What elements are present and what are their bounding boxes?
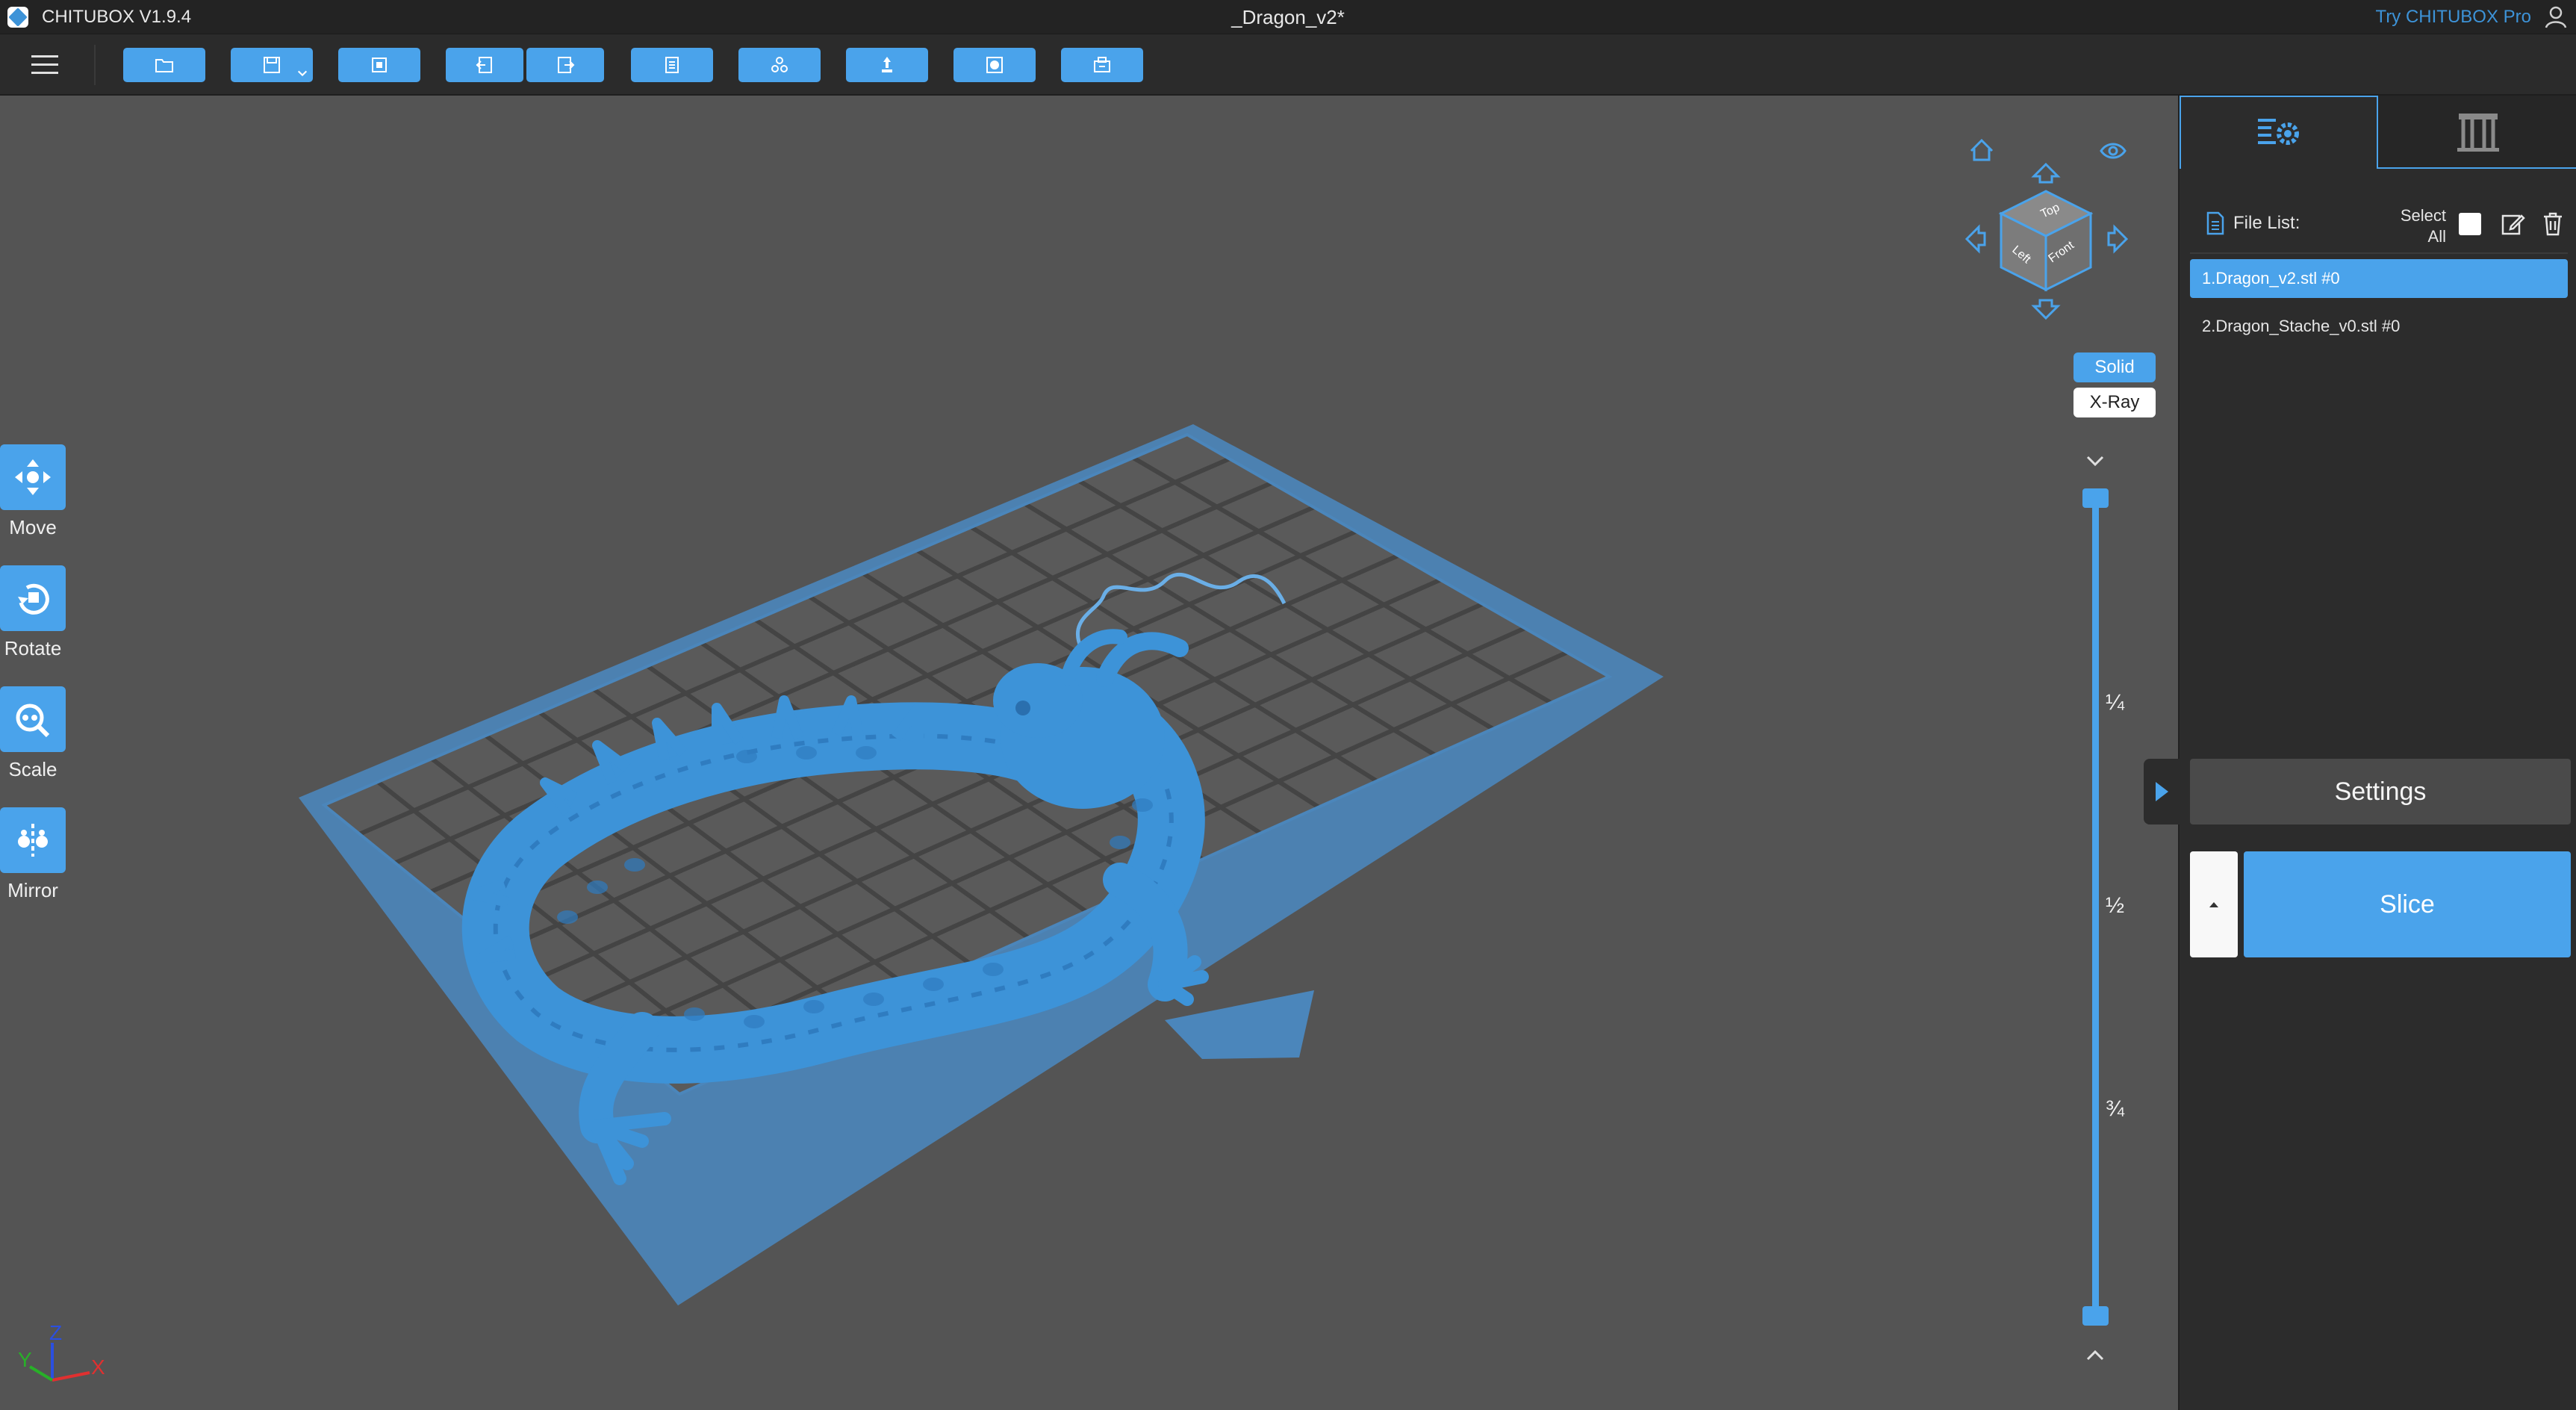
slider-collapse-down-icon[interactable] [2086, 456, 2104, 467]
export-icon [558, 57, 575, 73]
panel-expand-tab[interactable] [2144, 759, 2180, 824]
rotate-left-icon[interactable] [1964, 224, 1986, 254]
axis-x-label: X [91, 1355, 105, 1379]
user-icon[interactable] [2543, 4, 2569, 30]
import-button[interactable] [446, 48, 523, 82]
trash-icon[interactable] [2541, 211, 2565, 236]
edit-icon[interactable] [2501, 211, 2526, 237]
rotate-right-icon[interactable] [2107, 224, 2129, 254]
file-list-settings-icon [2258, 119, 2299, 145]
open-button[interactable] [123, 48, 205, 82]
tab-file-list[interactable] [2180, 96, 2378, 169]
mirror-icon [18, 824, 48, 857]
xray-mode-button[interactable]: X-Ray [2073, 388, 2156, 417]
file-list-item[interactable]: 2.Dragon_Stache_v0.stl #0 [2190, 307, 2568, 346]
printer-icon [1094, 57, 1110, 72]
3d-viewport[interactable]: Top Left Front Z X Y Move Rotate Scale M… [0, 96, 2177, 1410]
rotate-icon [18, 583, 49, 615]
home-view-icon[interactable] [1970, 138, 1994, 161]
file-info-icon [665, 57, 679, 73]
chevron-down-icon [297, 70, 308, 77]
layer-slider-track[interactable] [2092, 494, 2099, 1316]
file-list-header: File List: Select All [2196, 204, 2573, 246]
layer-mark-three-quarter: ¾ [2106, 1096, 2125, 1121]
main-toolbar [0, 34, 2576, 96]
rotate-label: Rotate [4, 637, 62, 659]
slider-collapse-up-icon[interactable] [2086, 1350, 2104, 1361]
try-pro-link[interactable]: Try CHITUBOX Pro [2376, 7, 2531, 28]
settings-icon [771, 57, 788, 72]
play-right-icon [2156, 782, 2168, 801]
axis-z-label: Z [49, 1321, 62, 1344]
upload-icon [882, 57, 892, 72]
layer-mark-quarter: ¼ [2106, 690, 2125, 715]
save-button[interactable] [231, 48, 313, 82]
move-label: Move [9, 516, 57, 538]
scale-tool[interactable]: Scale [0, 686, 66, 781]
support-icon [2457, 114, 2499, 152]
solid-mode-button[interactable]: Solid [2073, 352, 2156, 382]
layer-slider-top-handle[interactable] [2082, 488, 2109, 508]
rotate-up-icon[interactable] [2031, 162, 2061, 184]
layer-mark-half: ½ [2106, 893, 2125, 918]
file-list-divider [2190, 252, 2568, 254]
save-icon [264, 57, 280, 73]
app-name: CHITUBOX V1.9.4 [42, 7, 192, 27]
right-panel: File List: Select All 1.Dragon_v2.stl #0… [2144, 96, 2576, 1410]
open-folder-icon [155, 59, 173, 72]
toolbar-divider [94, 45, 96, 85]
scale-label: Scale [8, 758, 57, 780]
layer-preview-button[interactable] [953, 48, 1036, 82]
app-logo [7, 7, 28, 28]
export-button[interactable] [526, 48, 604, 82]
caret-up-icon [2209, 902, 2218, 907]
rotate-down-icon[interactable] [2031, 299, 2061, 320]
panel-tabs [2180, 96, 2576, 169]
new-project-button[interactable] [338, 48, 420, 82]
rotate-tool[interactable]: Rotate [0, 565, 66, 660]
build-plate-scene: Top Left Front Z X Y [18, 138, 2129, 1382]
document-title: _Dragon_v2* [1231, 6, 1345, 28]
mirror-label: Mirror [7, 879, 58, 901]
new-file-icon [372, 58, 387, 72]
move-tool[interactable]: Move [0, 444, 66, 539]
document-icon [2206, 211, 2224, 235]
move-icon [15, 459, 51, 495]
printer-button[interactable] [1061, 48, 1143, 82]
slice-button[interactable]: Slice [2244, 851, 2571, 957]
mirror-tool[interactable]: Mirror [0, 807, 66, 902]
hamburger-menu-icon[interactable] [15, 48, 76, 82]
import-icon [476, 57, 492, 73]
settings-button[interactable]: Settings [2190, 759, 2571, 824]
view-cube[interactable]: Top Left Front [1998, 190, 2094, 292]
axis-y-label: Y [18, 1348, 32, 1371]
slice-options-toggle[interactable] [2190, 851, 2238, 957]
layer-icon [986, 57, 1003, 73]
file-info-button[interactable] [631, 48, 713, 82]
select-all-checkbox[interactable] [2459, 213, 2481, 235]
axis-gizmo: Z X Y [18, 1321, 105, 1382]
file-list-item-selected[interactable]: 1.Dragon_v2.stl #0 [2190, 259, 2568, 298]
layer-slider-bottom-handle[interactable] [2082, 1306, 2109, 1326]
select-all-label: Select All [2400, 206, 2446, 246]
file-list-label: File List: [2233, 213, 2300, 233]
scale-icon [16, 704, 50, 738]
machine-settings-button[interactable] [738, 48, 821, 82]
eye-icon[interactable] [2100, 143, 2127, 159]
title-bar: CHITUBOX V1.9.4 _Dragon_v2* Try CHITUBOX… [0, 0, 2576, 34]
tab-supports[interactable] [2378, 96, 2576, 169]
print-button[interactable] [846, 48, 928, 82]
